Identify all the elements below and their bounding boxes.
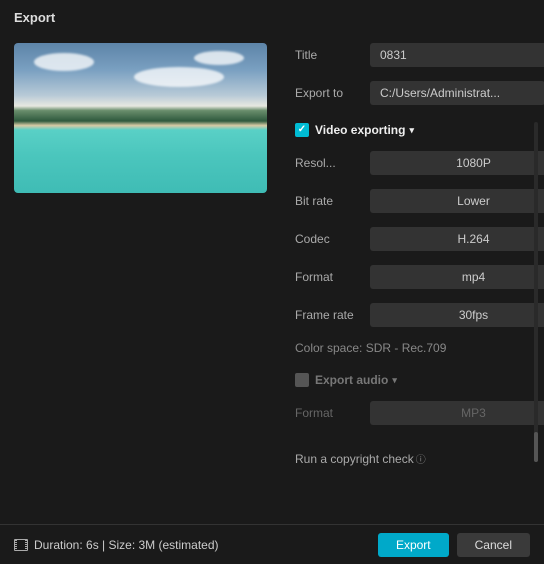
color-space-info: Color space: SDR - Rec.709	[295, 341, 544, 355]
codec-value: H.264	[457, 232, 489, 246]
fps-label: Frame rate	[295, 308, 370, 322]
video-exporting-label: Video exporting	[315, 123, 405, 137]
bitrate-select[interactable]: Lower ⌄	[370, 189, 544, 213]
export-audio-label: Export audio	[315, 373, 388, 387]
resolution-label: Resol...	[295, 156, 370, 170]
export-path-input[interactable]	[370, 81, 544, 105]
bitrate-label: Bit rate	[295, 194, 370, 208]
chevron-down-icon: ▾	[409, 125, 414, 136]
video-exporting-section[interactable]: Video exporting ▾	[295, 123, 544, 137]
codec-label: Codec	[295, 232, 370, 246]
video-exporting-checkbox[interactable]	[295, 123, 309, 137]
title-label: Title	[295, 48, 370, 62]
chevron-down-icon: ▾	[392, 375, 397, 386]
settings-panel: Title Export to Video exporting ▾ Resol.…	[267, 43, 544, 466]
audio-format-value: MP3	[461, 406, 486, 420]
film-icon	[14, 539, 28, 551]
audio-format-label: Format	[295, 406, 370, 420]
format-select[interactable]: mp4 ⌄	[370, 265, 544, 289]
cancel-button[interactable]: Cancel	[457, 533, 530, 557]
fps-select[interactable]: 30fps ⌄	[370, 303, 544, 327]
export-to-label: Export to	[295, 86, 370, 100]
help-icon[interactable]: ⓘ	[416, 455, 426, 466]
export-audio-checkbox[interactable]	[295, 373, 309, 387]
copyright-check-label: Run a copyright checkⓘ	[295, 451, 426, 466]
bitrate-value: Lower	[457, 194, 490, 208]
format-label: Format	[295, 270, 370, 284]
footer: Duration: 6s | Size: 3M (estimated) Expo…	[0, 524, 544, 564]
preview-thumbnail	[14, 43, 267, 193]
title-input[interactable]	[370, 43, 544, 67]
scrollbar-thumb[interactable]	[534, 432, 538, 462]
codec-select[interactable]: H.264 ⌄	[370, 227, 544, 251]
footer-status: Duration: 6s | Size: 3M (estimated)	[34, 538, 370, 552]
format-value: mp4	[462, 270, 485, 284]
settings-scrollbar[interactable]	[534, 122, 538, 462]
export-audio-section[interactable]: Export audio ▾	[295, 373, 544, 387]
resolution-select[interactable]: 1080P ⌄	[370, 151, 544, 175]
fps-value: 30fps	[459, 308, 488, 322]
audio-format-select: MP3 ⌄	[370, 401, 544, 425]
resolution-value: 1080P	[456, 156, 491, 170]
export-button[interactable]: Export	[378, 533, 449, 557]
dialog-title: Export	[0, 0, 544, 35]
